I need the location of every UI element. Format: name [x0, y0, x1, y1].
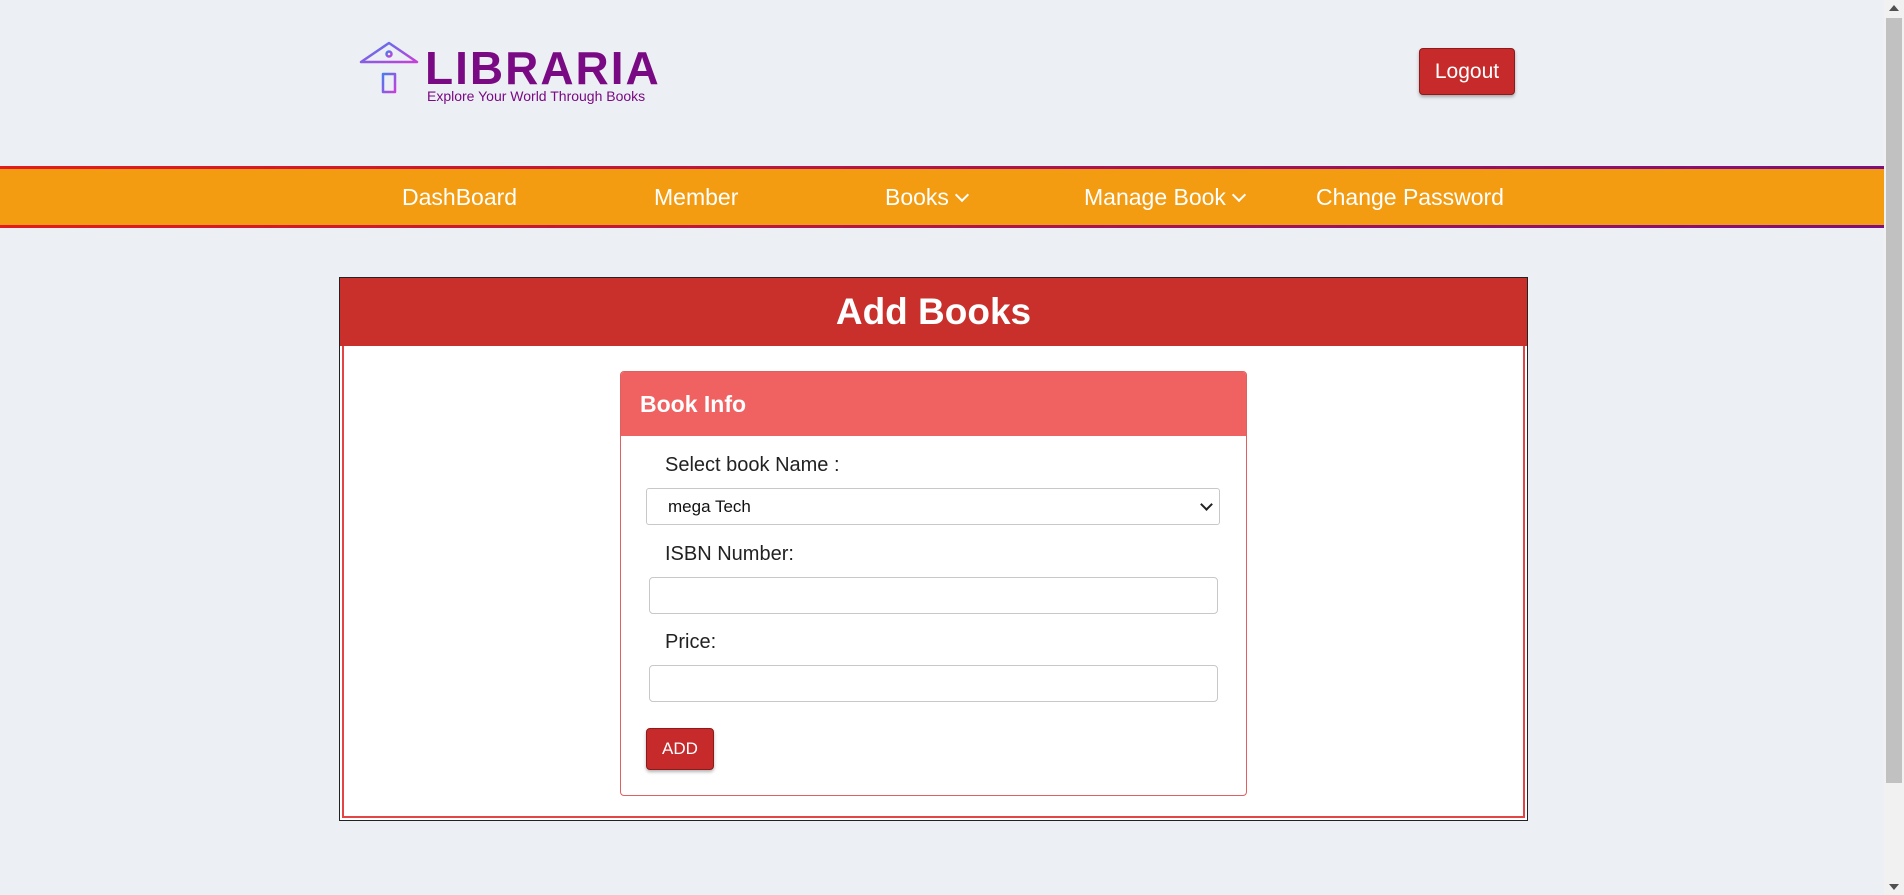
library-building-icon: [359, 41, 419, 103]
scroll-up-arrow-icon[interactable]: [1889, 5, 1899, 11]
scroll-down-arrow-icon[interactable]: [1889, 884, 1899, 890]
isbn-input[interactable]: [649, 577, 1218, 614]
add-button[interactable]: ADD: [646, 728, 714, 770]
logo[interactable]: LIBRARIA Explore Your World Through Book…: [357, 40, 661, 106]
isbn-label: ISBN Number:: [665, 543, 794, 565]
nav-manage-book[interactable]: Manage Book: [1084, 169, 1247, 225]
price-input[interactable]: [649, 665, 1218, 702]
nav-books[interactable]: Books: [885, 169, 970, 225]
card-title: Book Info: [621, 372, 1246, 436]
scroll-thumb[interactable]: [1886, 18, 1902, 783]
logout-button[interactable]: Logout: [1419, 48, 1515, 95]
brand-name: LIBRARIA: [425, 42, 661, 94]
chevron-down-icon: [954, 187, 970, 203]
price-label: Price:: [665, 631, 717, 653]
page-scrollbar[interactable]: [1884, 0, 1904, 895]
book-info-card: Book Info Select book Name : mega Tech I…: [620, 371, 1247, 796]
nav-dashboard[interactable]: DashBoard: [402, 169, 517, 225]
chevron-down-icon: [1231, 187, 1247, 203]
book-name-select-value: mega Tech: [668, 497, 751, 516]
nav-manage-book-label: Manage Book: [1084, 184, 1226, 210]
chevron-down-icon: [1200, 498, 1213, 511]
header: LIBRARIA Explore Your World Through Book…: [0, 0, 1884, 166]
nav-change-password[interactable]: Change Password: [1316, 169, 1504, 225]
brand-tagline: Explore Your World Through Books: [427, 88, 646, 104]
nav-books-label: Books: [885, 184, 949, 210]
nav-member[interactable]: Member: [654, 169, 738, 225]
book-name-select[interactable]: mega Tech: [646, 488, 1220, 525]
panel-title: Add Books: [340, 278, 1527, 346]
main-navbar: DashBoard Member Books Manage Book Chang…: [0, 166, 1884, 228]
select-book-label: Select book Name :: [665, 454, 840, 476]
